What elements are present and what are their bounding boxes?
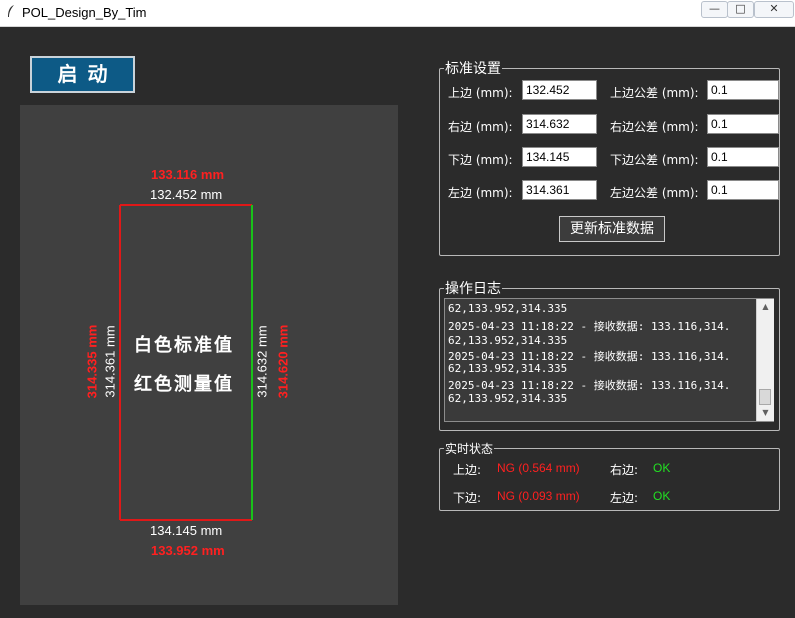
log-textbox[interactable]: 62,133.952,314.335 2025-04-23 11:18:22 -… — [444, 298, 774, 422]
right-label: 右边 (mm): — [448, 120, 513, 134]
legend-standard-text: 白色标准值 — [134, 335, 234, 356]
right-tolerance-input[interactable] — [707, 114, 779, 134]
scroll-thumb[interactable] — [759, 389, 771, 405]
close-button[interactable]: ✕ — [754, 1, 794, 18]
maximize-button[interactable]: □ — [727, 1, 754, 18]
log-line: 2025-04-23 11:18:22 - 接收数据: 133.116,314. — [448, 320, 731, 333]
bottom-label: 下边 (mm): — [448, 153, 513, 167]
legend-measured-text: 红色测量值 — [134, 374, 234, 395]
log-scrollbar[interactable]: ▲ ▼ — [756, 299, 774, 421]
maximize-icon: □ — [735, 2, 746, 15]
status-top-label: 上边: — [453, 463, 482, 477]
status-legend: 实时状态 — [445, 442, 494, 456]
right-tolerance-label: 右边公差 (mm): — [610, 120, 699, 134]
left-label: 左边 (mm): — [448, 186, 513, 200]
window-title: POL_Design_By_Tim — [22, 5, 147, 20]
left-standard-label: 314.361 mm — [102, 325, 118, 398]
log-line: 62,133.952,314.335 — [448, 302, 568, 315]
status-right-value: OK — [653, 461, 671, 475]
right-measured-label: 314.620 mm — [275, 324, 291, 399]
bottom-tolerance-input[interactable] — [707, 147, 779, 167]
minimize-icon: — — [709, 2, 720, 15]
left-tolerance-input[interactable] — [707, 180, 779, 200]
update-standards-button[interactable]: 更新标准数据 — [559, 216, 665, 242]
start-button[interactable]: 启动 — [30, 56, 135, 93]
log-line: 62,133.952,314.335 — [448, 334, 568, 347]
standards-legend: 标准设置 — [445, 61, 501, 77]
top-tolerance-input[interactable] — [707, 80, 779, 100]
bottom-value-input[interactable] — [522, 147, 597, 167]
right-value-input[interactable] — [522, 114, 597, 134]
log-line: 62,133.952,314.335 — [448, 392, 568, 405]
top-standard-label: 132.452 mm — [150, 187, 223, 202]
status-right-label: 右边: — [610, 463, 639, 477]
status-left-label: 左边: — [610, 491, 639, 505]
bottom-standard-label: 134.145 mm — [150, 523, 223, 538]
minimize-button[interactable]: — — [701, 1, 728, 18]
status-top-value: NG (0.564 mm) — [497, 461, 580, 475]
top-tolerance-label: 上边公差 (mm): — [610, 86, 699, 100]
log-legend: 操作日志 — [445, 281, 501, 297]
top-value-input[interactable] — [522, 80, 597, 100]
top-label: 上边 (mm): — [448, 86, 513, 100]
status-bottom-label: 下边: — [453, 491, 482, 505]
left-measured-label: 314.335 mm — [84, 324, 100, 399]
bottom-tolerance-label: 下边公差 (mm): — [610, 153, 699, 167]
left-value-input[interactable] — [522, 180, 597, 200]
scroll-down-icon[interactable]: ▼ — [757, 405, 774, 421]
close-icon: ✕ — [769, 2, 779, 15]
right-standard-label: 314.632 mm — [254, 325, 270, 398]
measurement-canvas: 133.116 mm 132.452 mm 134.145 mm 133.952… — [20, 105, 398, 605]
log-line: 2025-04-23 11:18:22 - 接收数据: 133.116,314. — [448, 379, 731, 392]
left-tolerance-label: 左边公差 (mm): — [610, 186, 699, 200]
scroll-up-icon[interactable]: ▲ — [757, 299, 774, 315]
status-left-value: OK — [653, 489, 671, 503]
top-measured-label: 133.116 mm — [151, 167, 225, 182]
feather-icon — [6, 4, 16, 22]
status-bottom-value: NG (0.093 mm) — [497, 489, 580, 503]
window-title-bar: POL_Design_By_Tim — □ ✕ — [0, 0, 795, 27]
log-line: 62,133.952,314.335 — [448, 362, 568, 375]
bottom-measured-label: 133.952 mm — [151, 543, 225, 558]
